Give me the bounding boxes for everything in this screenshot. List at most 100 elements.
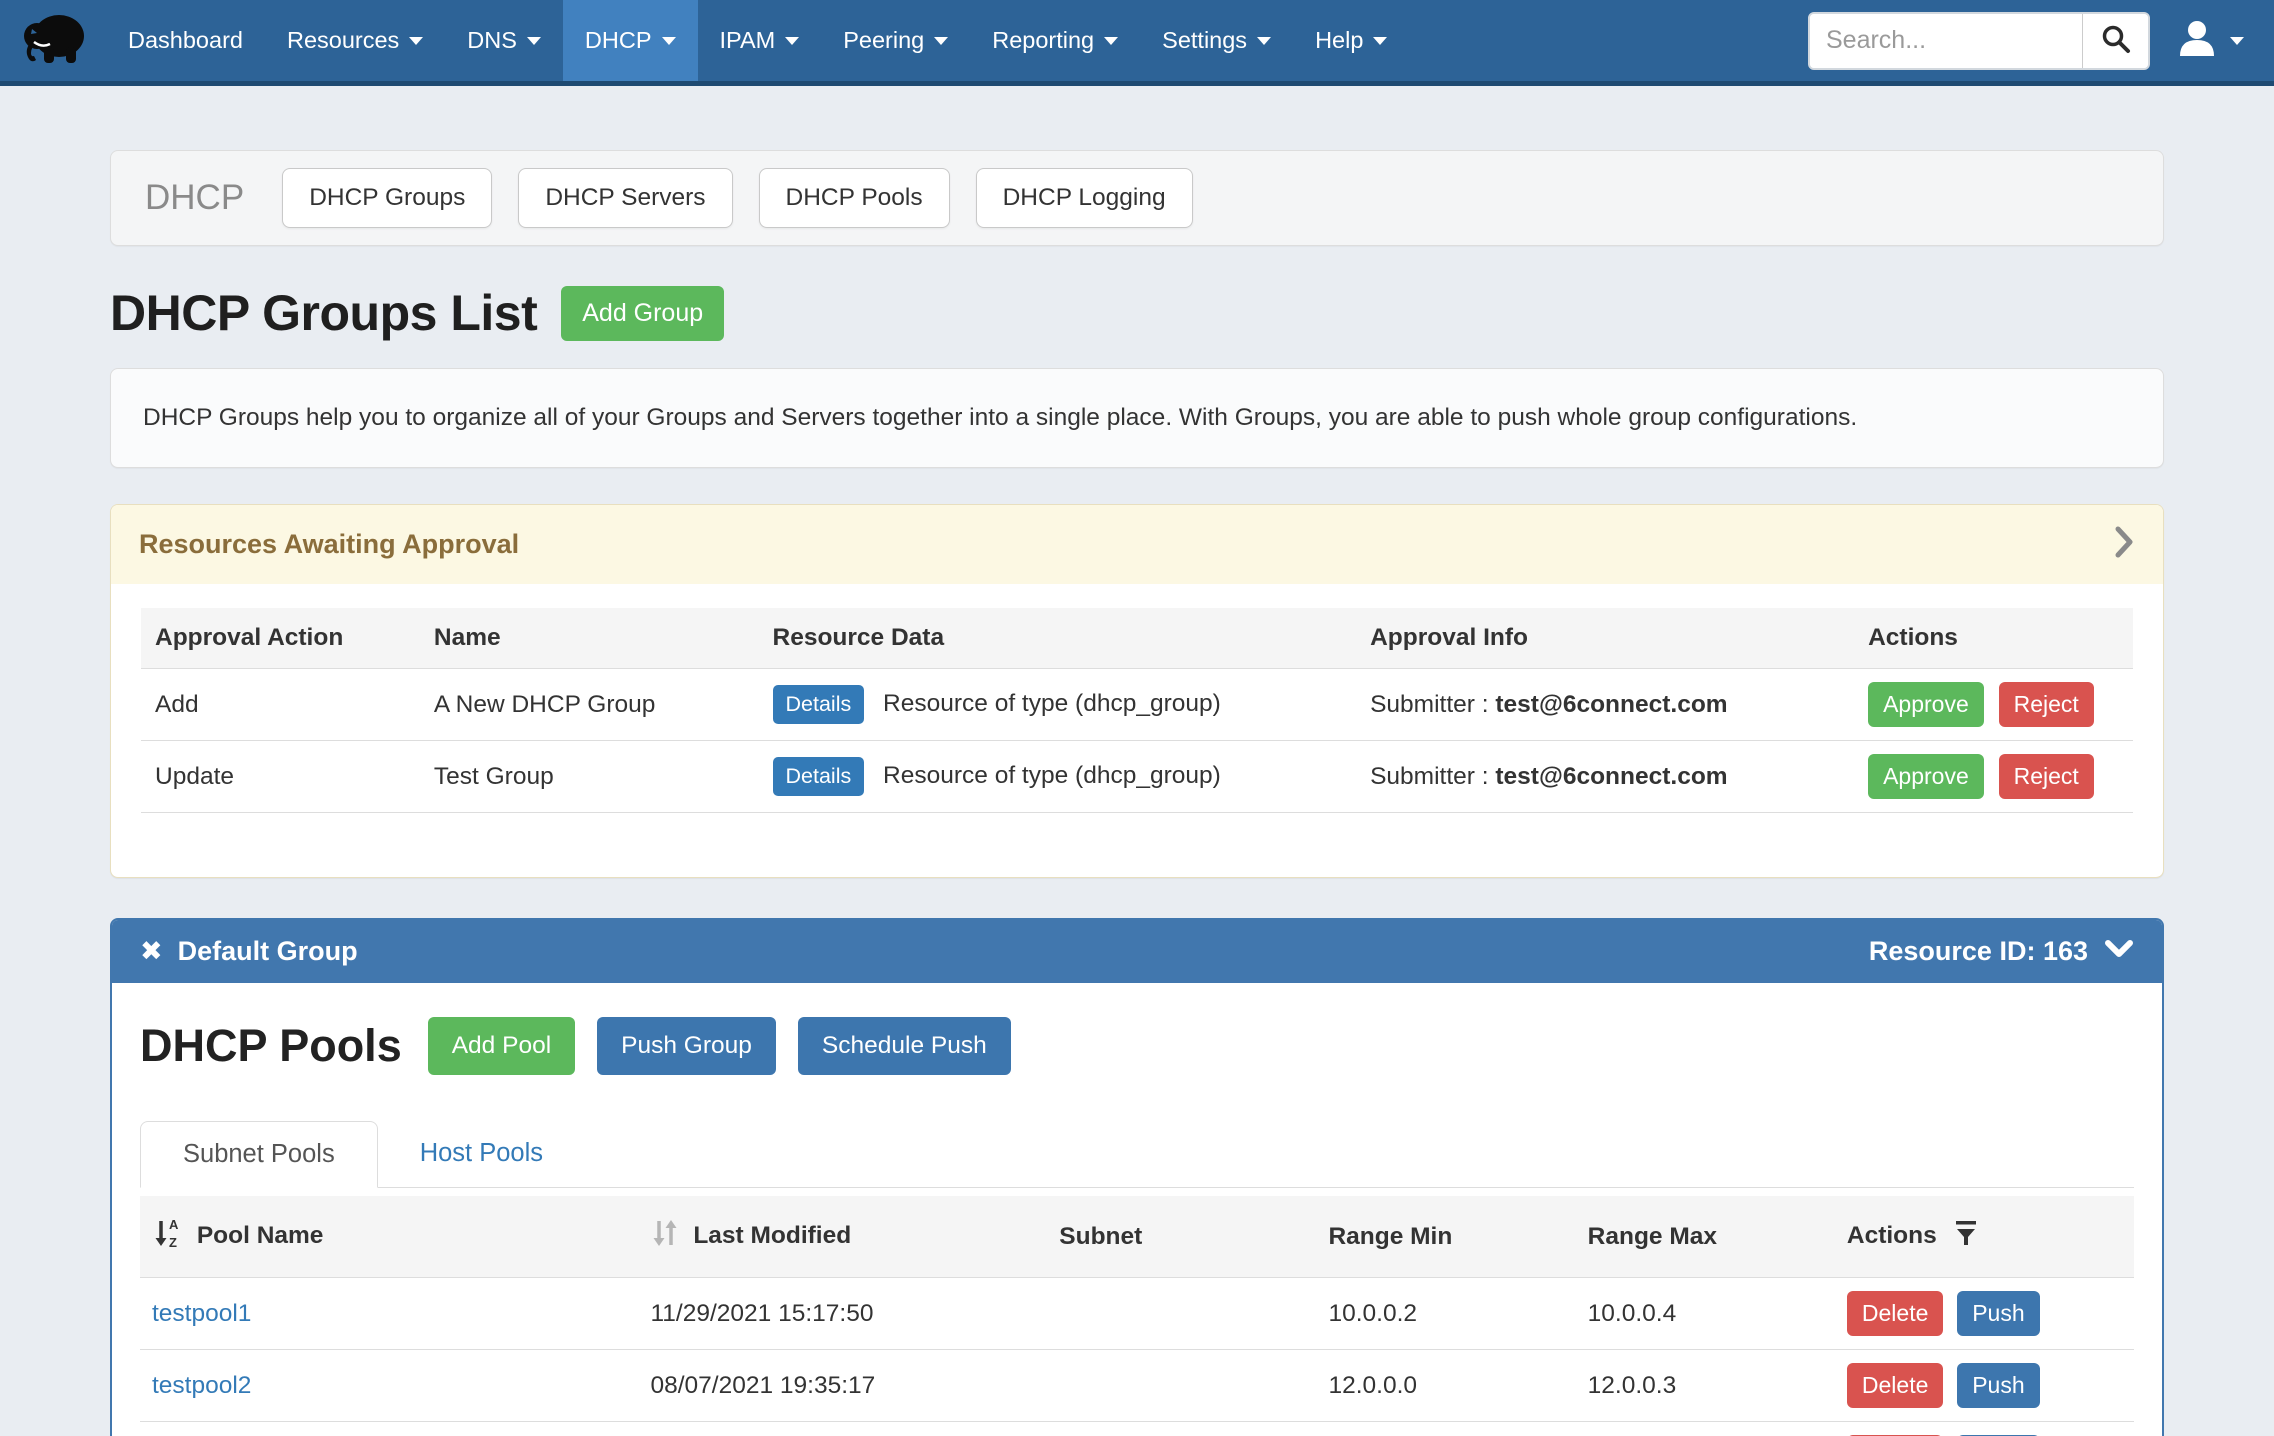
push-button[interactable]: Push — [1957, 1291, 2039, 1336]
nav-item-resources[interactable]: Resources — [265, 0, 445, 81]
nav-item-dashboard[interactable]: Dashboard — [106, 0, 265, 81]
details-button[interactable]: Details — [773, 757, 865, 796]
submitter-email: test@6connect.com — [1495, 691, 1727, 718]
last-modified-cell: 11/29/2021 15:17:50 — [639, 1278, 1048, 1350]
add-group-button[interactable]: Add Group — [561, 286, 724, 341]
tab-subnet-pools[interactable]: Subnet Pools — [140, 1121, 378, 1188]
dhcp-pools-button[interactable]: DHCP Pools — [759, 168, 950, 228]
approval-name-cell: A New DHCP Group — [420, 669, 759, 741]
col-actions: Actions — [1854, 608, 2133, 669]
pool-row: testpool2 08/07/2021 19:35:17 12.0.0.0 1… — [140, 1350, 2134, 1422]
details-button[interactable]: Details — [773, 685, 865, 724]
delete-button[interactable]: Delete — [1847, 1291, 1943, 1336]
range-min-cell: 12.0.0.0 — [1316, 1350, 1575, 1422]
caret-down-icon — [2230, 37, 2244, 45]
col-approval-action: Approval Action — [141, 608, 420, 669]
col-pool-actions: Actions — [1835, 1196, 2134, 1278]
pool-row: Delete Push — [140, 1422, 2134, 1436]
pool-actions-cell: Delete Push — [1835, 1278, 2134, 1350]
approval-name-cell: Test Group — [420, 741, 759, 813]
dhcp-logging-button[interactable]: DHCP Logging — [976, 168, 1193, 228]
nav-item-help[interactable]: Help — [1293, 0, 1409, 81]
dhcp-servers-button[interactable]: DHCP Servers — [518, 168, 732, 228]
col-name: Name — [420, 608, 759, 669]
schedule-push-button[interactable]: Schedule Push — [798, 1017, 1011, 1075]
dhcp-groups-button[interactable]: DHCP Groups — [282, 168, 492, 228]
approval-row: Update Test Group Details Resource of ty… — [141, 741, 2133, 813]
svg-text:Z: Z — [169, 1235, 177, 1250]
delete-button[interactable]: Delete — [1847, 1363, 1943, 1408]
main-menu: Dashboard Resources DNS DHCP IPAM Peerin… — [106, 0, 1409, 81]
approval-panel-title: Resources Awaiting Approval — [139, 529, 519, 560]
col-subnet: Subnet — [1047, 1196, 1316, 1278]
push-group-button[interactable]: Push Group — [597, 1017, 776, 1075]
approval-row: Add A New DHCP Group Details Resource of… — [141, 669, 2133, 741]
approval-action-cell: Add — [141, 669, 420, 741]
resource-type-text: Resource of type (dhcp_group) — [883, 690, 1221, 717]
search-icon — [2100, 23, 2132, 58]
close-icon[interactable]: ✖ — [140, 936, 163, 967]
sort-arrows-icon — [651, 1228, 686, 1255]
caret-down-icon — [1373, 37, 1387, 45]
chevron-down-icon[interactable] — [2104, 939, 2134, 964]
pool-name-link[interactable]: testpool1 — [152, 1300, 251, 1327]
caret-down-icon — [409, 37, 423, 45]
page-title: DHCP Groups List — [110, 284, 537, 342]
last-modified-cell — [639, 1422, 1048, 1436]
caret-down-icon — [662, 37, 676, 45]
approval-info-cell: Submitter : test@6connect.com — [1356, 669, 1854, 741]
caret-down-icon — [934, 37, 948, 45]
add-pool-button[interactable]: Add Pool — [428, 1017, 575, 1075]
pool-row: testpool1 11/29/2021 15:17:50 10.0.0.2 1… — [140, 1278, 2134, 1350]
top-navbar: Dashboard Resources DNS DHCP IPAM Peerin… — [0, 0, 2274, 86]
col-last-modified[interactable]: Last Modified — [639, 1196, 1048, 1278]
col-range-max: Range Max — [1576, 1196, 1835, 1278]
sort-alpha-asc-icon: A Z — [152, 1229, 189, 1256]
description-panel: DHCP Groups help you to organize all of … — [110, 368, 2164, 468]
subnet-cell — [1047, 1422, 1316, 1436]
pool-name-link[interactable]: testpool2 — [152, 1372, 251, 1399]
chevron-right-icon[interactable] — [2113, 525, 2135, 564]
col-range-min: Range Min — [1316, 1196, 1575, 1278]
nav-item-settings[interactable]: Settings — [1140, 0, 1293, 81]
nav-item-peering[interactable]: Peering — [821, 0, 970, 81]
nav-item-reporting[interactable]: Reporting — [970, 0, 1140, 81]
range-max-cell: 10.0.0.4 — [1576, 1278, 1835, 1350]
caret-down-icon — [1257, 37, 1271, 45]
group-panel-header: ✖ Default Group Resource ID: 163 — [112, 920, 2162, 983]
search-input[interactable] — [1810, 14, 2082, 68]
approval-resource-cell: Details Resource of type (dhcp_group) — [759, 741, 1357, 813]
pool-actions-cell: Delete Push — [1835, 1422, 2134, 1436]
navbar-right — [1808, 0, 2274, 81]
user-icon — [2176, 18, 2218, 63]
reject-button[interactable]: Reject — [1999, 682, 2094, 727]
nav-item-dns[interactable]: DNS — [445, 0, 563, 81]
col-pool-name[interactable]: A Z Pool Name — [140, 1196, 639, 1278]
section-title: DHCP — [145, 178, 244, 218]
filter-funnel-icon[interactable] — [1947, 1226, 1978, 1253]
approval-actions-cell: Approve Reject — [1854, 741, 2133, 813]
pools-title: DHCP Pools — [140, 1020, 402, 1072]
reject-button[interactable]: Reject — [1999, 754, 2094, 799]
default-group-panel: ✖ Default Group Resource ID: 163 DHCP Po… — [110, 918, 2164, 1436]
approval-action-cell: Update — [141, 741, 420, 813]
last-modified-cell: 08/07/2021 19:35:17 — [639, 1350, 1048, 1422]
nav-item-ipam[interactable]: IPAM — [698, 0, 822, 81]
search-button[interactable] — [2082, 14, 2148, 68]
approve-button[interactable]: Approve — [1868, 682, 1984, 727]
approve-button[interactable]: Approve — [1868, 754, 1984, 799]
subnet-cell — [1047, 1278, 1316, 1350]
pools-table: A Z Pool Name — [140, 1196, 2134, 1436]
approval-table: Approval Action Name Resource Data Appro… — [141, 608, 2133, 813]
description-text: DHCP Groups help you to organize all of … — [143, 404, 1857, 431]
brand-logo[interactable] — [0, 0, 106, 81]
range-max-cell: 12.0.0.3 — [1576, 1350, 1835, 1422]
push-button[interactable]: Push — [1957, 1363, 2039, 1408]
approval-panel-header[interactable]: Resources Awaiting Approval — [111, 505, 2163, 584]
tab-host-pools[interactable]: Host Pools — [378, 1121, 585, 1187]
mammoth-logo-icon — [22, 9, 86, 72]
nav-item-dhcp[interactable]: DHCP — [563, 0, 698, 81]
range-max-cell — [1576, 1422, 1835, 1436]
user-menu[interactable] — [2176, 18, 2244, 63]
caret-down-icon — [785, 37, 799, 45]
